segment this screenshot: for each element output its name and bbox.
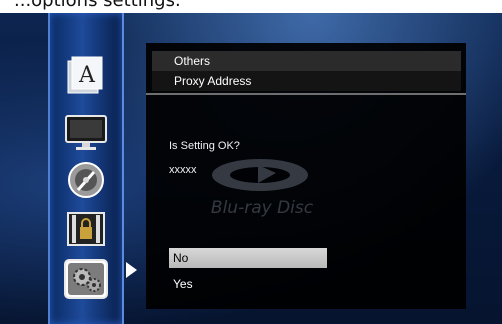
header-proxy-address-label: Proxy Address: [174, 74, 252, 88]
language-icon-glyph: A: [78, 63, 96, 88]
proxy-address-value: xxxxx: [169, 164, 197, 176]
header-row-others: Others: [152, 51, 461, 71]
header-others-label: Others: [174, 54, 211, 68]
option-no-label: No: [173, 251, 189, 265]
header-row-proxy-address: Proxy Address: [152, 71, 461, 91]
panel-divider: [146, 93, 466, 95]
side-menu: A: [48, 13, 124, 324]
cropped-caption: ...options settings.: [14, 0, 181, 11]
display-icon[interactable]: [64, 112, 108, 152]
screen: A Others Proxy Address Is Setting OK? xx…: [0, 13, 502, 324]
settings-gear-icon[interactable]: [64, 259, 108, 299]
blu-ray-disc-logo: Blu-ray Disc: [211, 159, 314, 218]
blu-ray-disc-watermark: Blu-ray Disc: [211, 198, 314, 218]
top-strip: ...options settings.: [0, 0, 502, 13]
option-yes[interactable]: Yes: [173, 277, 193, 291]
parental-lock-icon[interactable]: [64, 209, 108, 249]
settings-panel: Others Proxy Address Is Setting OK? xxxx…: [146, 43, 466, 309]
language-icon[interactable]: A: [64, 55, 108, 95]
selection-arrow-icon: [126, 262, 137, 278]
audio-icon[interactable]: [64, 160, 108, 200]
option-no[interactable]: No: [169, 248, 327, 268]
